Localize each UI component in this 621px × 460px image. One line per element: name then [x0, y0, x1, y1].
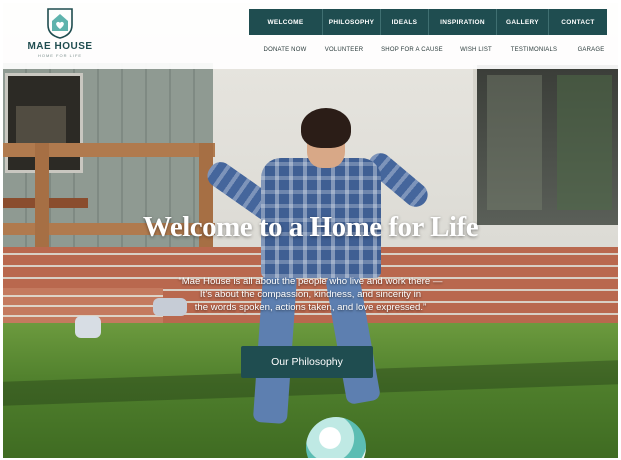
nav-inspiration[interactable]: INSPIRATION [429, 9, 497, 35]
brand-name: MAE HOUSE [27, 41, 93, 52]
nav-philosophy[interactable]: PHILOSOPHY [323, 9, 381, 35]
hero-quote-line: the words spoken, actions taken, and lov… [194, 302, 427, 313]
hero-title: Welcome to a Home for Life [142, 211, 479, 243]
house-heart-icon [46, 7, 74, 39]
nav-donate-now[interactable]: DONATE NOW [253, 43, 317, 57]
site-header: MAE HOUSE HOME FOR LIFE WELCOME PHILOSOP… [3, 3, 618, 69]
nav-wish-list[interactable]: WISH LIST [453, 43, 499, 57]
primary-nav: WELCOME PHILOSOPHY IDEALS INSPIRATION GA… [249, 9, 607, 35]
nav-welcome[interactable]: WELCOME [249, 9, 323, 35]
person-shoe [75, 316, 101, 338]
brand-tagline: HOME FOR LIFE [37, 53, 83, 58]
nav-contact[interactable]: CONTACT [549, 9, 607, 35]
person-hair [301, 108, 351, 148]
our-philosophy-button[interactable]: Our Philosophy [241, 346, 373, 378]
nav-garage[interactable]: GARAGE [569, 43, 613, 57]
hero-quote-line: “Mae House is all about the people who l… [178, 276, 443, 287]
page: MAE HOUSE HOME FOR LIFE WELCOME PHILOSOP… [3, 3, 618, 458]
nav-volunteer[interactable]: VOLUNTEER [317, 43, 371, 57]
hero-quote: “Mae House is all about the people who l… [133, 275, 488, 314]
nav-shop-for-a-cause[interactable]: SHOP FOR A CAUSE [371, 43, 453, 57]
nav-gallery[interactable]: GALLERY [497, 9, 549, 35]
nav-ideals[interactable]: IDEALS [381, 9, 429, 35]
nav-testimonials[interactable]: TESTIMONIALS [499, 43, 569, 57]
glass-door [473, 65, 618, 225]
site-logo[interactable]: MAE HOUSE HOME FOR LIFE [25, 7, 95, 67]
secondary-nav: DONATE NOW VOLUNTEER SHOP FOR A CAUSE WI… [253, 43, 613, 57]
hero-quote-line: It’s about the compassion, kindness, and… [199, 289, 422, 300]
